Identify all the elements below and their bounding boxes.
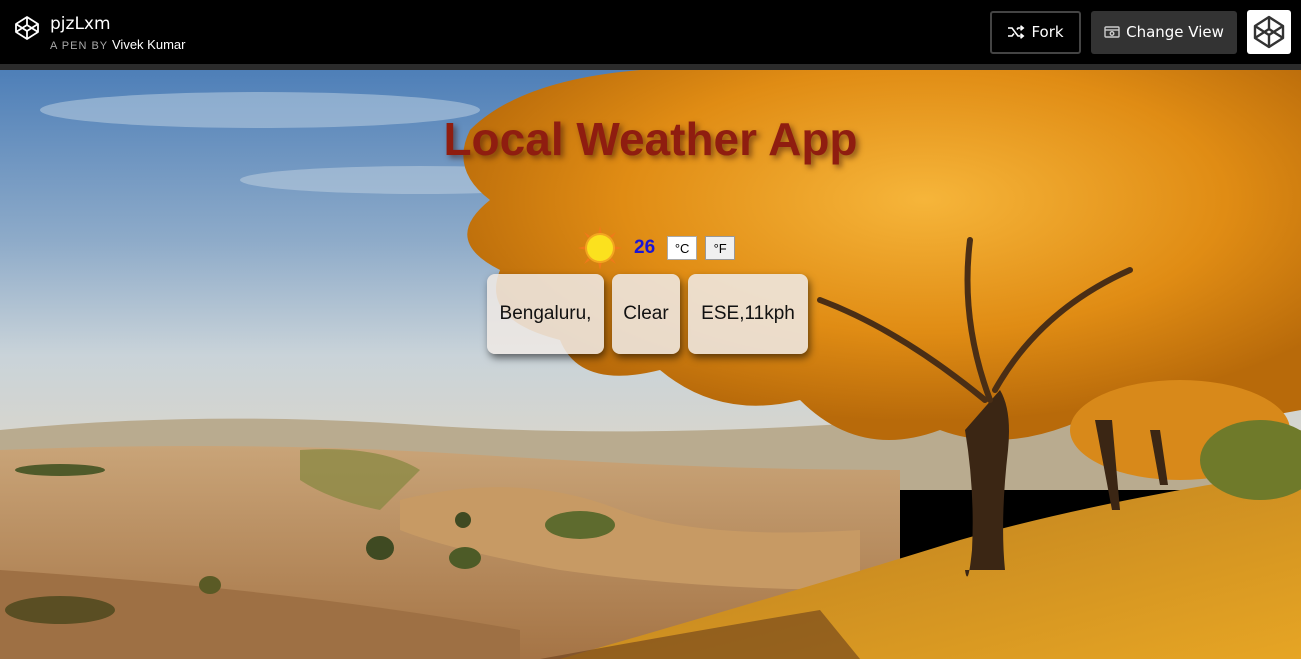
app-title: Local Weather App bbox=[443, 113, 858, 165]
location-card: Bengaluru, bbox=[487, 274, 604, 354]
temperature-value: 26 bbox=[634, 237, 656, 258]
pen-byline: A PEN BY Vivek Kumar bbox=[50, 37, 185, 52]
fork-icon bbox=[1008, 25, 1025, 39]
condition-card: Clear bbox=[612, 274, 680, 354]
fork-label: Fork bbox=[1031, 23, 1064, 41]
fahrenheit-button[interactable]: °F bbox=[705, 236, 736, 260]
codepen-avatar-icon bbox=[1253, 15, 1285, 49]
codepen-logo-icon[interactable] bbox=[14, 15, 40, 41]
weather-cards: Bengaluru, Clear ESE,11kph bbox=[487, 274, 808, 354]
sun-icon bbox=[578, 226, 622, 270]
author-link[interactable]: Vivek Kumar bbox=[112, 37, 185, 52]
user-avatar[interactable] bbox=[1247, 10, 1291, 54]
pen-info: pjzLxm A PEN BY Vivek Kumar bbox=[0, 13, 185, 52]
fork-button[interactable]: Fork bbox=[990, 10, 1081, 54]
header-actions: Fork Change View bbox=[990, 10, 1301, 54]
wind-card: ESE,11kph bbox=[688, 274, 808, 354]
change-view-icon bbox=[1104, 26, 1120, 38]
temperature-row: 26 °C °F bbox=[578, 226, 736, 270]
codepen-header: pjzLxm A PEN BY Vivek Kumar Fork Change … bbox=[0, 0, 1301, 64]
pen-by-label: A PEN BY bbox=[50, 39, 108, 52]
change-view-label: Change View bbox=[1126, 23, 1224, 41]
pen-title: pjzLxm bbox=[50, 13, 111, 34]
change-view-button[interactable]: Change View bbox=[1091, 10, 1237, 54]
celsius-button[interactable]: °C bbox=[667, 236, 698, 260]
